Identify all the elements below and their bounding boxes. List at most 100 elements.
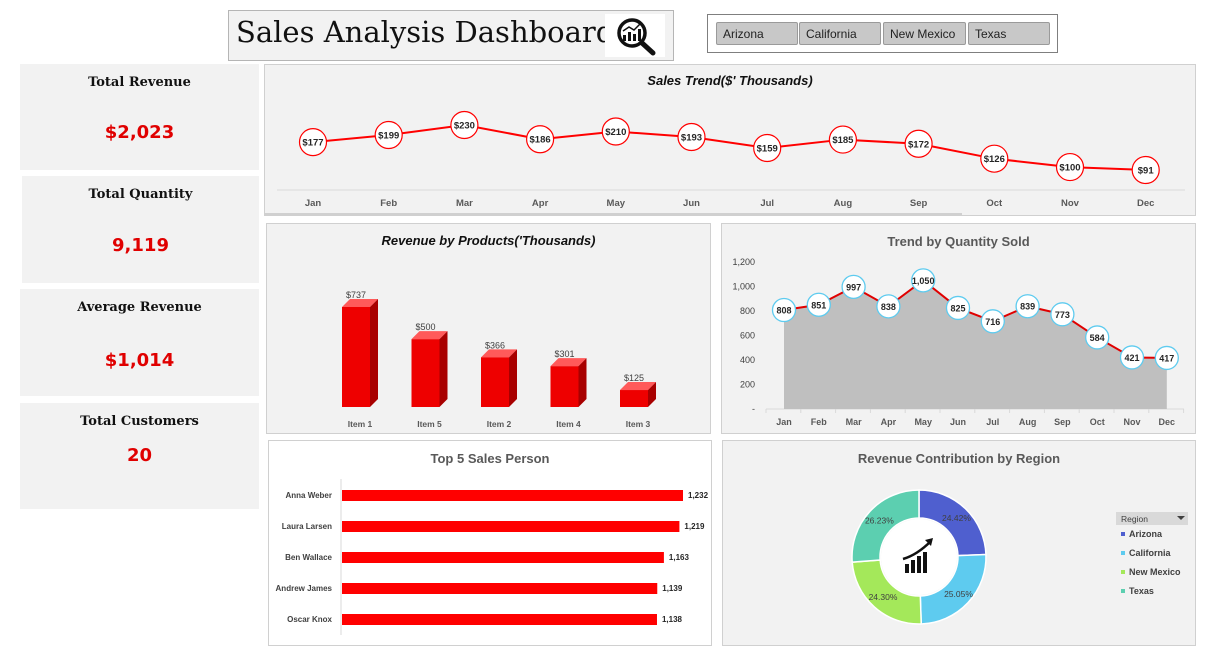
x-tick-label: Jul (760, 198, 774, 209)
x-tick-label: Apr (881, 417, 897, 427)
legend-swatch (1121, 551, 1125, 555)
bar (481, 357, 509, 407)
y-tick-label: - (752, 404, 755, 414)
quantity-chart: - 200 400 600 800 1,000 1,200 808 Jan 851 Feb 997 Ma… (732, 257, 1185, 427)
region-panel: Revenue Contribution by Region 24.42% 25.… (722, 440, 1196, 646)
quantity-panel: Trend by Quantity Sold -200 400 600 800 1,00… (721, 223, 1196, 434)
x-tick-label: Mar (456, 198, 473, 209)
data-label: $737 (346, 290, 366, 300)
slicer-arizona-button[interactable]: Arizona (716, 22, 798, 45)
data-label: $500 (415, 322, 435, 332)
x-tick-label: Mar (846, 417, 863, 427)
y-tick-label: 400 (740, 355, 755, 365)
data-label: 851 (811, 300, 826, 310)
x-tick-label: Jun (683, 198, 700, 209)
data-label: $91 (1138, 166, 1155, 177)
data-label: 1,163 (669, 553, 690, 562)
icon-bar (911, 560, 915, 573)
data-label: 1,050 (912, 276, 935, 286)
data-label: $177 (302, 138, 323, 149)
bar (411, 339, 440, 407)
legend-swatch (1121, 532, 1125, 536)
x-tick-label: Jan (305, 198, 322, 209)
legend-header-dropdown: Region (1116, 512, 1188, 525)
y-tick-label: Oscar Knox (287, 615, 332, 624)
x-tick-label: Jan (776, 417, 792, 427)
data-label: 825 (950, 303, 965, 313)
region-slicer: Arizona California New Mexico Texas (707, 14, 1058, 53)
x-tick-label: May (914, 417, 932, 427)
data-label: 1,138 (662, 615, 683, 624)
y-tick-label: 1,000 (732, 282, 755, 292)
kpi-total-revenue: Total Revenue $2,023 (20, 64, 259, 170)
x-tick-label: Jun (950, 417, 966, 427)
data-label: $301 (554, 349, 574, 359)
x-tick-label: Item 1 (348, 419, 373, 429)
x-tick-label: Item 5 (417, 419, 442, 429)
dashboard-title-box: Sales Analysis Dashboard (228, 10, 674, 61)
data-label: 24.30% (869, 592, 898, 602)
x-tick-label: Sep (910, 198, 928, 209)
y-tick-label: Anna Weber (285, 491, 332, 500)
slicer-california-button[interactable]: California (799, 22, 881, 45)
salesperson-panel: Top 5 Sales Person Anna Weber 1,232 Laura … (268, 440, 712, 646)
scroll-indicator (265, 213, 962, 215)
legend-swatch (1121, 570, 1125, 574)
kpi-value: $2,023 (104, 122, 175, 143)
products-panel: Revenue by Products('Thousands) $737 Item… (266, 223, 711, 434)
data-label: $193 (681, 132, 702, 143)
x-tick-label: Jul (986, 417, 999, 427)
x-tick-label: Feb (380, 198, 397, 209)
bar (342, 614, 657, 625)
bar (342, 552, 664, 563)
sales-trend-panel: Sales Trend($' Thousands) $177 Jan $199 Feb… (264, 64, 1196, 216)
x-tick-label: Oct (986, 198, 1003, 209)
data-label: $366 (485, 340, 505, 350)
data-label: $159 (757, 143, 778, 154)
products-chart: $737 Item 1 $500 Item 5 $366 Item 2 $301 Item 4… (342, 290, 656, 429)
data-label: $230 (454, 121, 475, 132)
x-tick-label: Aug (1019, 417, 1037, 427)
x-tick-label: Apr (532, 198, 549, 209)
y-tick-label: Laura Larsen (282, 522, 332, 531)
kpi-label: Average Revenue (77, 300, 202, 315)
slicer-texas-button[interactable]: Texas (968, 22, 1050, 45)
data-label: $172 (908, 139, 929, 150)
legend-item: California (1129, 548, 1172, 558)
icon-bar (905, 564, 909, 573)
data-label: 997 (846, 282, 861, 292)
data-label: 1,232 (688, 491, 709, 500)
data-label: $199 (378, 131, 399, 142)
data-label: 584 (1090, 333, 1105, 343)
data-label: 808 (776, 306, 791, 316)
x-tick-label: Item 4 (556, 419, 581, 429)
data-label: $100 (1059, 163, 1080, 174)
y-tick-label: 800 (740, 306, 755, 316)
kpi-average-revenue: Average Revenue $1,014 (20, 289, 259, 396)
data-label: 25.05% (944, 589, 973, 599)
data-label: $125 (624, 373, 644, 383)
analytics-search-icon (605, 14, 665, 57)
salesperson-chart: Anna Weber 1,232 Laura Larsen 1,219 Ben Wall… (276, 479, 709, 635)
data-label: 839 (1020, 302, 1035, 312)
x-tick-label: Oct (1090, 417, 1105, 427)
legend-item: Arizona (1129, 529, 1163, 539)
x-tick-label: Feb (811, 417, 828, 427)
bar-side (439, 331, 448, 407)
legend-swatch (1121, 589, 1125, 593)
y-tick-label: Andrew James (276, 584, 333, 593)
data-label: 838 (881, 302, 896, 312)
kpi-total-customers: Total Customers 20 (20, 403, 259, 509)
y-tick-label: 200 (740, 380, 755, 390)
bar (342, 307, 370, 407)
slicer-new-mexico-button[interactable]: New Mexico (883, 22, 966, 45)
data-label: $210 (605, 127, 626, 138)
bar (620, 390, 648, 407)
bar-side (578, 358, 587, 407)
bar-side (509, 349, 517, 407)
kpi-value: 20 (126, 445, 153, 466)
kpi-value: 9,119 (112, 235, 169, 256)
legend-header: Region (1121, 514, 1148, 524)
data-label: 421 (1124, 353, 1139, 363)
x-tick-label: Nov (1123, 417, 1140, 427)
